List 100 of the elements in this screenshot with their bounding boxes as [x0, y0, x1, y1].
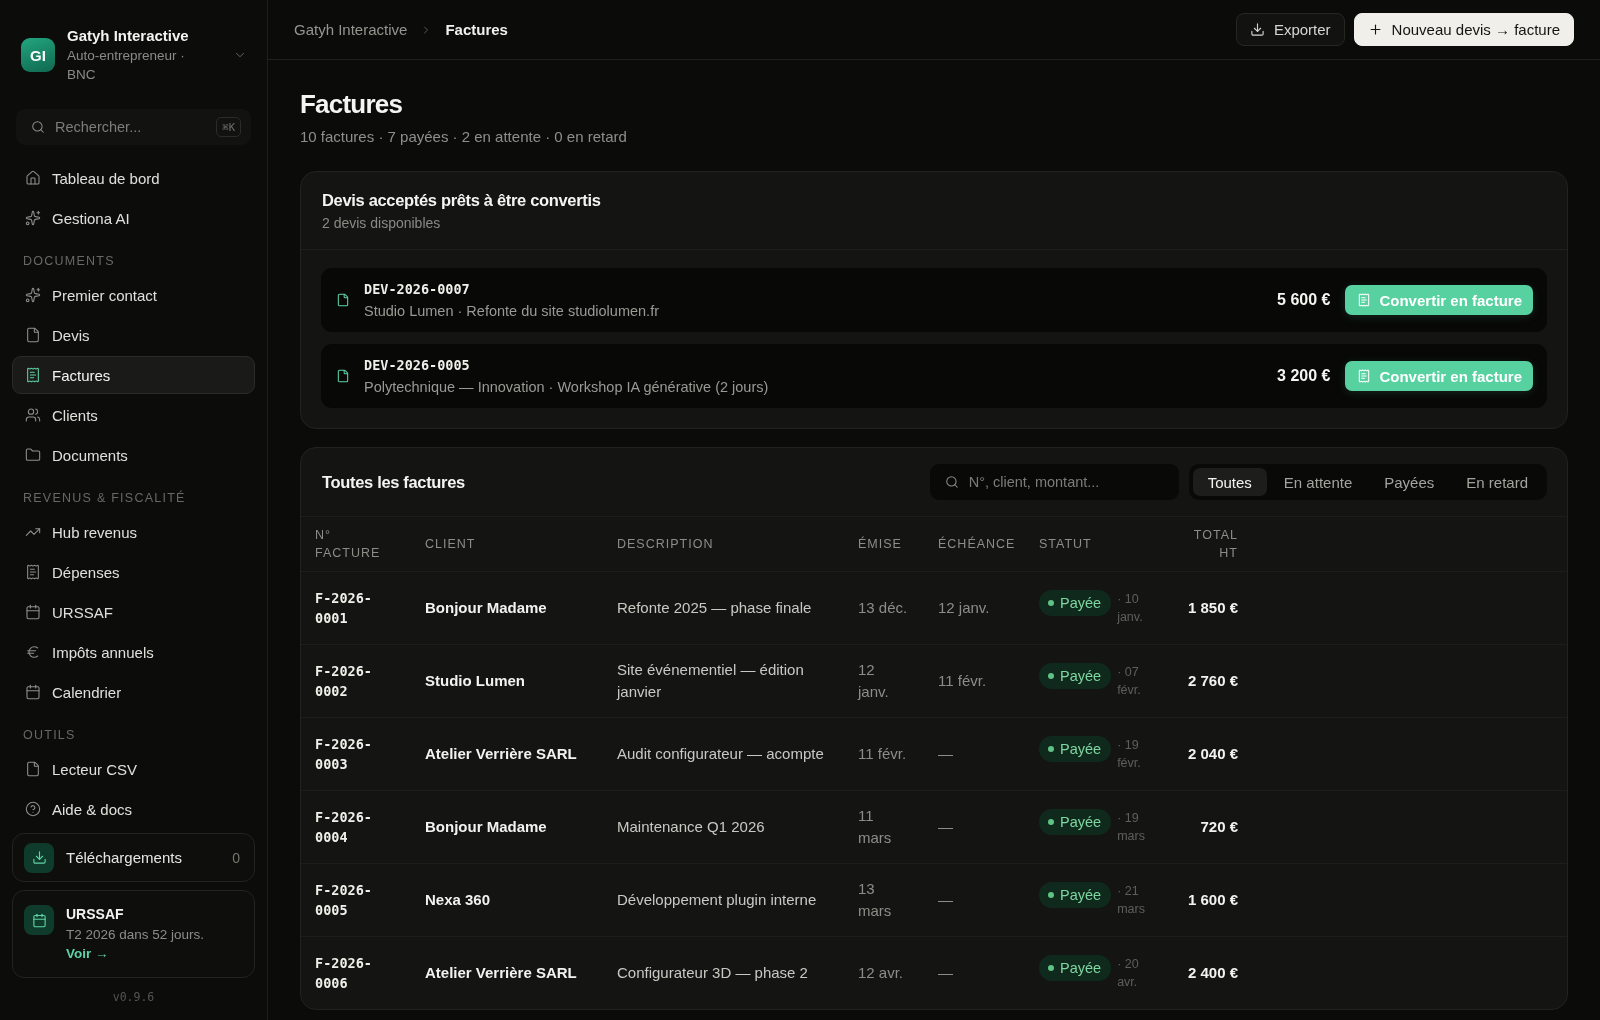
- nav-item[interactable]: Lecteur CSV: [12, 750, 255, 788]
- issue-date: 13 mars: [858, 879, 893, 921]
- issue-date: 12 avr.: [858, 963, 904, 983]
- nav-item[interactable]: Hub revenus: [12, 513, 255, 551]
- paid-date: · 19 mars: [1117, 810, 1146, 845]
- nav-item[interactable]: Gestiona AI: [12, 199, 255, 237]
- breadcrumb-current: Factures: [445, 21, 508, 38]
- shortcut-key: ⌘K: [216, 117, 241, 137]
- nav-section-heading: DOCUMENTS: [22, 253, 116, 270]
- invoice-description: Configurateur 3D — phase 2: [617, 963, 808, 983]
- client-name: Nexa 360: [425, 890, 491, 910]
- reminder-link[interactable]: Voir →: [66, 946, 109, 961]
- client-name: Atelier Verrière SARL: [425, 744, 577, 764]
- breadcrumb-link[interactable]: Gatyh Interactive: [294, 21, 408, 38]
- filter-tab[interactable]: En retard: [1451, 468, 1543, 496]
- paid-date: · 10 janv.: [1117, 591, 1144, 626]
- paid-date: · 20 avr.: [1117, 956, 1140, 991]
- nav-item[interactable]: Dépenses: [12, 553, 255, 591]
- nav-item[interactable]: Premier contact: [12, 276, 255, 314]
- due-date: —: [938, 817, 953, 837]
- status-label: Payée: [1060, 668, 1102, 684]
- reminder-text: T2 2026 dans 52 jours. Voir →: [66, 926, 206, 963]
- quote-description: Polytechnique — Innovation · Workshop IA générative (2 jours): [364, 378, 770, 397]
- due-date: —: [938, 890, 953, 910]
- nav-section-heading: OUTILS: [22, 727, 77, 744]
- nav-item[interactable]: Devis: [12, 316, 255, 354]
- nav-item[interactable]: Documents: [12, 436, 255, 474]
- status-dot-icon: [1048, 819, 1054, 825]
- status-label: Payée: [1060, 741, 1102, 757]
- quotes-title: Devis acceptés prêts à être convertis: [322, 190, 602, 211]
- issue-date: 12 janv.: [858, 660, 890, 702]
- invoice-number: F-2026-0003: [315, 735, 373, 774]
- nav-item[interactable]: Clients: [12, 396, 255, 434]
- quote-number: DEV-2026-0005: [364, 356, 471, 375]
- column-header: TOTAL HT: [1192, 527, 1238, 562]
- workspace-plan: Auto-entrepreneur · BNC: [67, 47, 186, 84]
- euro-icon: [25, 644, 41, 660]
- download-icon: [24, 842, 54, 873]
- receipt-icon: [25, 367, 41, 383]
- invoice-description: Refonte 2025 — phase finale: [617, 598, 812, 618]
- export-button[interactable]: Exporter: [1235, 13, 1345, 46]
- download-count: 0: [232, 849, 240, 866]
- status-dot-icon: [1048, 746, 1054, 752]
- client-name: Bonjour Madame: [425, 817, 547, 837]
- filter-tab[interactable]: Payées: [1369, 468, 1450, 496]
- due-date: 11 févr.: [938, 671, 987, 691]
- client-name: Bonjour Madame: [425, 598, 547, 618]
- downloads-button[interactable]: Téléchargements 0: [12, 833, 255, 882]
- search-icon: [944, 475, 959, 489]
- invoice-description: Maintenance Q1 2026: [617, 817, 765, 837]
- invoice-number: F-2026-0001: [315, 589, 373, 628]
- invoice-total: 720 €: [1200, 817, 1238, 837]
- folder-icon: [25, 447, 41, 463]
- nav-item[interactable]: Impôts annuels: [12, 633, 255, 671]
- nav-item[interactable]: Factures: [12, 356, 255, 394]
- workspace-avatar: GI: [21, 38, 55, 72]
- file-icon: [336, 293, 350, 307]
- nav-item[interactable]: Aide & docs: [12, 790, 255, 828]
- file-icon: [25, 761, 41, 777]
- client-name: Studio Lumen: [425, 671, 525, 691]
- paid-date: · 07 févr.: [1117, 664, 1142, 699]
- reminder-title: URSSAF: [66, 905, 125, 924]
- quote-number: DEV-2026-0007: [364, 280, 471, 299]
- page-title: Factures: [300, 88, 404, 120]
- due-date: —: [938, 963, 953, 983]
- sparkles-icon: [25, 287, 41, 303]
- invoice-total: 2 400 €: [1187, 963, 1238, 983]
- nav-item[interactable]: URSSAF: [12, 593, 255, 631]
- status-label: Payée: [1060, 595, 1102, 611]
- quote-amount: 5 600 €: [1277, 291, 1331, 309]
- file-icon: [25, 327, 41, 343]
- nav-item[interactable]: Tableau de bord: [12, 159, 255, 197]
- issue-date: 11 févr.: [858, 744, 907, 764]
- filter-tab[interactable]: En attente: [1268, 468, 1368, 496]
- status-label: Payée: [1060, 960, 1102, 976]
- invoice-search-field[interactable]: N°, client, montant...: [929, 464, 1179, 500]
- new-invoice-button[interactable]: Nouveau devis → facture: [1353, 13, 1574, 46]
- nav-section-heading: REVENUS & FISCALITÉ: [22, 489, 187, 507]
- receipt-icon: [25, 564, 41, 580]
- calendar-icon: [24, 905, 54, 935]
- invoice-number: F-2026-0002: [315, 662, 373, 701]
- invoice-total: 1 600 €: [1187, 890, 1238, 910]
- search-icon: [31, 120, 45, 134]
- paid-date: · 21 mars: [1117, 883, 1146, 918]
- sparkles-icon: [25, 210, 41, 226]
- status-label: Payée: [1060, 814, 1102, 830]
- file-icon: [336, 369, 350, 383]
- download-icon: [1249, 22, 1265, 37]
- status-dot-icon: [1048, 892, 1054, 898]
- invoice-total: 1 850 €: [1187, 598, 1238, 618]
- help-icon: [25, 801, 41, 817]
- calendar-icon: [25, 604, 41, 620]
- status-dot-icon: [1048, 673, 1054, 679]
- column-header: DESCRIPTION: [617, 536, 714, 553]
- receipt-icon: [1357, 369, 1372, 383]
- nav-item[interactable]: Calendrier: [12, 673, 255, 711]
- filter-tab[interactable]: Toutes: [1192, 468, 1267, 496]
- page-summary: 10 factures · 7 payées · 2 en attente · 0 en retard: [300, 127, 628, 147]
- status-dot-icon: [1048, 600, 1054, 606]
- column-header: CLIENT: [425, 536, 476, 553]
